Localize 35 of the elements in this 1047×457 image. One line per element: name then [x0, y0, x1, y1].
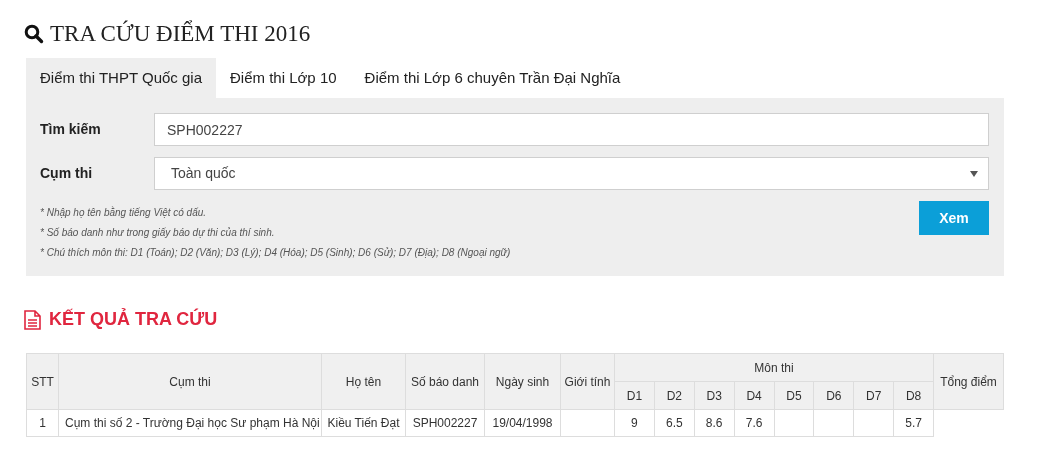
- note-text: * Nhập họ tên bằng tiếng Việt có dấu.: [40, 205, 208, 220]
- column-header: Số báo danh: [405, 353, 485, 410]
- table-cell: SPH002227: [405, 409, 485, 437]
- column-header: STT: [26, 353, 59, 410]
- document-icon: [24, 309, 41, 330]
- search-label: Tìm kiếm: [40, 120, 102, 139]
- table-cell: [774, 409, 814, 437]
- page-title: TRA CỨU ĐIỂM THI 2016: [50, 20, 311, 48]
- column-header: Giới tính: [560, 353, 615, 410]
- results-heading: KẾT QUẢ TRA CỨU: [49, 307, 218, 331]
- table-cell: 9: [614, 409, 655, 437]
- column-header: Họ tên: [321, 353, 406, 410]
- table-cell: 19/04/1998: [484, 409, 561, 437]
- caret-icon: [970, 170, 978, 177]
- cluster-label: Cụm thi: [40, 164, 94, 183]
- table-cell: Cụm thi số 2 - Trường Đại học Sư phạm Hà Nội: [58, 409, 322, 437]
- table-cell: 5.7: [893, 409, 934, 437]
- column-header: Ngày sinh: [484, 353, 561, 410]
- table-cell: [560, 409, 615, 437]
- note-text: * Chú thích môn thi: D1 (Toán); D2 (Văn); D3 (Lý); D4 (Hóa); D5 (Sinh); D6 (Sử); D7 (Địa); D8 (Ngoại ngữ): [40, 246, 511, 260]
- search-field[interactable]: SPH002227: [154, 113, 989, 146]
- tab[interactable]: Điểm thi THPT Quốc gia: [26, 58, 216, 98]
- table-cell: [853, 409, 894, 437]
- table-cell: Kiều Tiến Đạt: [321, 409, 406, 437]
- table-cell: 7.6: [734, 409, 774, 437]
- table-cell: [813, 409, 854, 437]
- table-cell: 6.5: [654, 409, 695, 437]
- table-cell: 1: [26, 409, 59, 437]
- note-text: * Số báo danh như trong giấy báo dự thi của thí sinh.: [40, 226, 276, 240]
- column-header: Tổng điểm: [933, 353, 1004, 410]
- search-icon: [24, 24, 44, 44]
- cluster-select[interactable]: Toàn quốc: [154, 157, 989, 190]
- column-header: Môn thi: [614, 353, 934, 382]
- column-header: Cụm thi: [58, 353, 322, 410]
- table-cell: 8.6: [694, 409, 735, 437]
